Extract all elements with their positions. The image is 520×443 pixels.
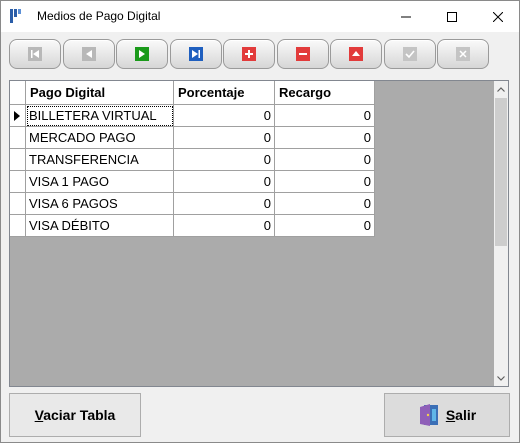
close-icon <box>493 11 503 22</box>
salir-label: Salir <box>446 407 476 423</box>
exit-door-icon <box>419 404 438 426</box>
minimize-icon <box>401 16 411 17</box>
last-record-button[interactable] <box>170 39 222 69</box>
table-cell-porcentaje[interactable]: 0 <box>174 171 275 193</box>
chevron-up-icon <box>497 86 505 92</box>
column-header-recargo[interactable]: Recargo <box>275 81 375 105</box>
post-icon <box>403 47 417 61</box>
insert-icon <box>242 47 256 61</box>
maximize-button[interactable] <box>429 1 475 32</box>
table-cell-recargo[interactable]: 0 <box>275 149 375 171</box>
vaciar-tabla-button[interactable]: Vaciar Tabla <box>9 393 141 437</box>
close-button[interactable] <box>475 1 520 32</box>
salir-accel-key: S <box>445 407 456 423</box>
vaciar-label: Vaciar Tabla <box>35 407 116 423</box>
table-cell-recargo[interactable]: 0 <box>275 171 375 193</box>
last-record-icon <box>189 47 203 61</box>
row-indicator[interactable] <box>10 149 26 171</box>
vaciar-accel-key: V <box>34 407 44 423</box>
table-cell-pago[interactable]: BILLETERA VIRTUAL <box>26 105 174 127</box>
scroll-up-button[interactable] <box>494 81 508 97</box>
title-bar[interactable]: Medios de Pago Digital <box>1 1 519 32</box>
first-record-icon <box>28 47 42 61</box>
prior-record-button[interactable] <box>63 39 115 69</box>
next-record-icon <box>135 47 149 61</box>
salir-button[interactable]: Salir <box>384 393 510 437</box>
maximize-icon <box>447 11 457 22</box>
delete-icon <box>296 47 310 61</box>
table-cell-porcentaje[interactable]: 0 <box>174 193 275 215</box>
cancel-icon <box>456 47 470 61</box>
scroll-thumb[interactable] <box>495 98 507 246</box>
edit-icon <box>349 47 363 61</box>
next-record-button[interactable] <box>116 39 168 69</box>
row-indicator[interactable] <box>10 193 26 215</box>
row-indicator[interactable] <box>10 105 26 127</box>
table-cell-pago[interactable]: VISA DÉBITO <box>26 215 174 237</box>
column-header-porcentaje[interactable]: Porcentaje <box>174 81 275 105</box>
post-button[interactable] <box>384 39 436 69</box>
row-indicator[interactable] <box>10 171 26 193</box>
grid-corner <box>10 81 26 105</box>
row-indicator[interactable] <box>10 215 26 237</box>
cancel-button[interactable] <box>437 39 489 69</box>
table-cell-pago[interactable]: TRANSFERENCIA <box>26 149 174 171</box>
first-record-button[interactable] <box>9 39 61 69</box>
current-row-arrow-icon <box>14 111 20 121</box>
app-window: Medios de Pago Digital Pago Digital Porc… <box>0 0 520 443</box>
table-cell-porcentaje[interactable]: 0 <box>174 105 275 127</box>
grid-body: Pago Digital Porcentaje Recargo BILLETER… <box>10 81 494 386</box>
table-cell-porcentaje[interactable]: 0 <box>174 127 275 149</box>
table-cell-recargo[interactable]: 0 <box>275 105 375 127</box>
salir-label-rest: alir <box>455 407 477 423</box>
column-header-pago-digital[interactable]: Pago Digital <box>26 81 174 105</box>
data-grid[interactable]: Pago Digital Porcentaje Recargo BILLETER… <box>9 80 509 387</box>
prior-record-icon <box>82 47 96 61</box>
table-cell-recargo[interactable]: 0 <box>275 127 375 149</box>
insert-button[interactable] <box>223 39 275 69</box>
window-title: Medios de Pago Digital <box>37 9 161 23</box>
table-cell-pago[interactable]: VISA 6 PAGOS <box>26 193 174 215</box>
table-cell-porcentaje[interactable]: 0 <box>174 149 275 171</box>
edit-button[interactable] <box>330 39 382 69</box>
vaciar-label-rest: aciar Tabla <box>43 407 116 423</box>
app-logo-icon <box>10 9 21 23</box>
table-cell-recargo[interactable]: 0 <box>275 215 375 237</box>
table-cell-pago[interactable]: VISA 1 PAGO <box>26 171 174 193</box>
vertical-scrollbar[interactable] <box>494 81 508 386</box>
chevron-down-icon <box>497 375 505 381</box>
delete-button[interactable] <box>277 39 329 69</box>
minimize-button[interactable] <box>383 1 429 32</box>
scroll-down-button[interactable] <box>494 370 508 386</box>
table-cell-pago[interactable]: MERCADO PAGO <box>26 127 174 149</box>
row-indicator[interactable] <box>10 127 26 149</box>
table-cell-porcentaje[interactable]: 0 <box>174 215 275 237</box>
table-cell-recargo[interactable]: 0 <box>275 193 375 215</box>
